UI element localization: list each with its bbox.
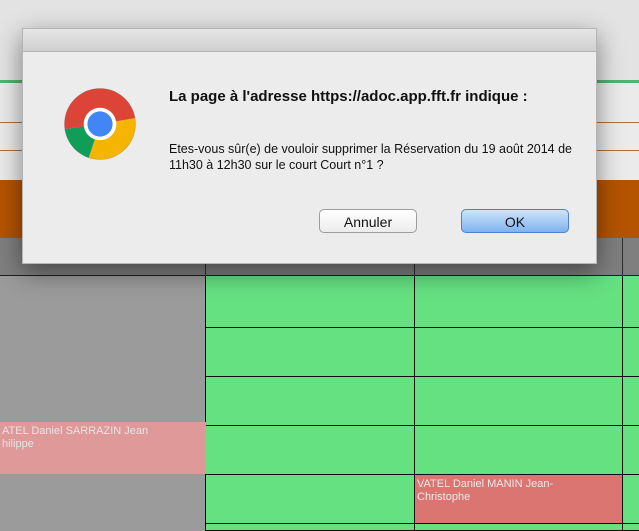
free-slot[interactable] [623, 377, 639, 426]
chrome-logo-icon [64, 88, 136, 160]
schedule-column: VATEL Daniel MANIN Jean- Christophe [415, 276, 623, 531]
schedule-column [206, 276, 415, 531]
cancel-button[interactable]: Annuler [319, 209, 417, 233]
free-slot[interactable] [623, 276, 639, 328]
free-slot[interactable] [206, 475, 415, 524]
free-slot[interactable] [415, 426, 623, 475]
empty-slot [0, 474, 206, 531]
schedule-grid: ATEL Daniel SARRAZIN Jean hilippe VATEL … [0, 276, 639, 531]
free-slot[interactable] [206, 426, 415, 475]
dialog-title: La page à l'adresse https://adoc.app.fft… [169, 88, 528, 105]
free-slot[interactable] [415, 328, 623, 377]
free-slot[interactable] [206, 328, 415, 377]
schedule-column [623, 276, 639, 531]
booking-label: ATEL Daniel SARRAZIN Jean hilippe [2, 425, 149, 450]
free-slot[interactable] [206, 524, 415, 531]
free-slot[interactable] [415, 377, 623, 426]
free-slot[interactable] [623, 426, 639, 475]
free-slot[interactable] [415, 524, 623, 531]
dialog-titlebar[interactable] [23, 29, 596, 52]
booking-slot[interactable]: VATEL Daniel MANIN Jean- Christophe [415, 475, 623, 524]
empty-slot [0, 276, 206, 422]
free-slot[interactable] [623, 328, 639, 377]
booking-slot[interactable]: ATEL Daniel SARRAZIN Jean hilippe [0, 422, 206, 474]
free-slot[interactable] [415, 276, 623, 328]
free-slot[interactable] [623, 524, 639, 531]
free-slot[interactable] [206, 377, 415, 426]
schedule-column: ATEL Daniel SARRAZIN Jean hilippe [0, 276, 206, 531]
dialog-message: Etes-vous sûr(e) de vouloir supprimer la… [169, 142, 572, 172]
free-slot[interactable] [206, 276, 415, 328]
confirm-dialog: La page à l'adresse https://adoc.app.fft… [22, 28, 597, 264]
free-slot[interactable] [623, 475, 639, 524]
column-separator [622, 238, 623, 276]
booking-label: VATEL Daniel MANIN Jean- Christophe [417, 478, 554, 503]
ok-button[interactable]: OK [461, 209, 569, 233]
